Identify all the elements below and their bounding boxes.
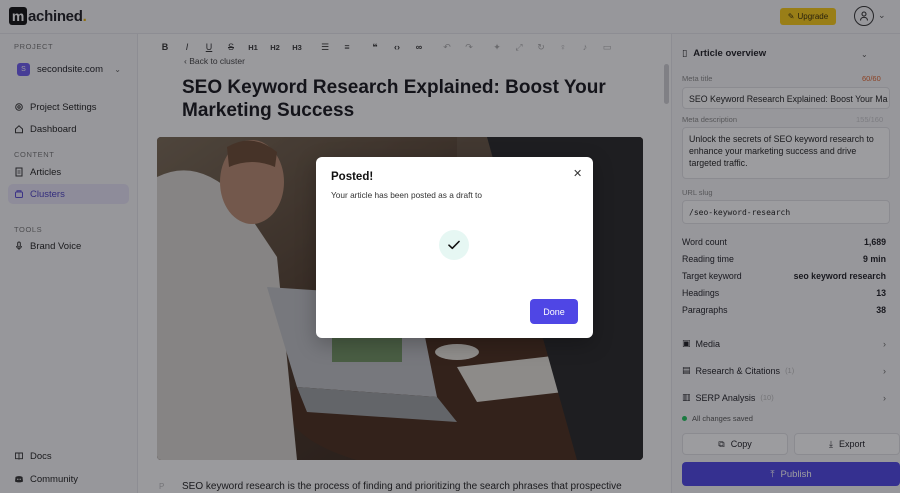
success-badge — [439, 230, 469, 260]
done-button[interactable]: Done — [530, 299, 578, 324]
dialog-title: Posted! — [331, 171, 374, 183]
close-icon[interactable]: ✕ — [573, 167, 582, 180]
dialog-message: Your article has been posted as a draft … — [331, 190, 482, 200]
posted-dialog: Posted! Your article has been posted as … — [316, 157, 593, 338]
checkmark-icon — [448, 240, 460, 250]
